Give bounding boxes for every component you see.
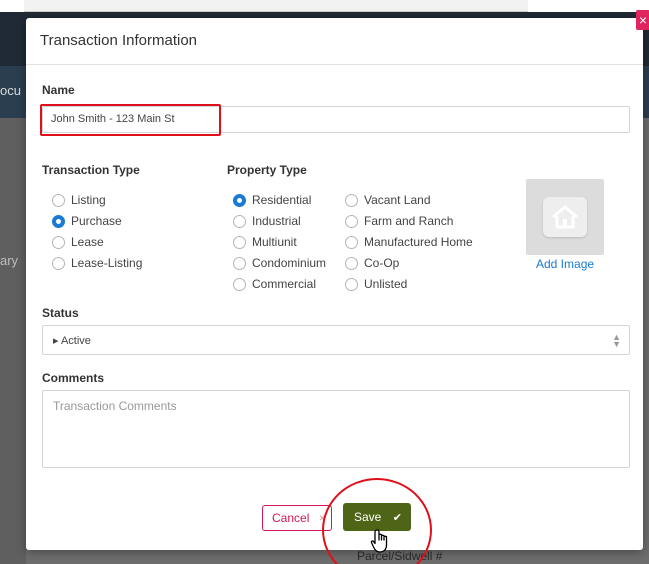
house-icon [543, 197, 587, 237]
sort-caret-icon: ▲ ▼ [612, 332, 621, 349]
name-label: Name [42, 83, 75, 97]
radio-option-label: Multiunit [252, 235, 297, 249]
radio-unchecked-icon[interactable] [233, 235, 246, 249]
hand-pointer-icon [369, 528, 393, 554]
comments-placeholder: Transaction Comments [53, 399, 177, 413]
radio-option-label: Manufactured Home [364, 235, 473, 249]
radio-option[interactable]: Lease [52, 235, 104, 249]
radio-option-label: Industrial [252, 214, 301, 228]
background-fragment: ary [0, 253, 19, 268]
radio-option-label: Residential [252, 193, 312, 207]
radio-option-label: Farm and Ranch [364, 214, 454, 228]
property-image-placeholder[interactable] [526, 179, 604, 255]
radio-option[interactable]: Manufactured Home [345, 235, 473, 249]
radio-option-label: Purchase [71, 214, 122, 228]
radio-option-label: Co-Op [364, 256, 400, 270]
radio-unchecked-icon[interactable] [52, 193, 65, 207]
radio-option-label: Listing [71, 193, 106, 207]
name-highlight-annotation [40, 104, 221, 136]
radio-unchecked-icon[interactable] [233, 214, 246, 228]
background-top-strip [24, 0, 528, 12]
radio-option[interactable]: Commercial [233, 277, 316, 291]
radio-unchecked-icon[interactable] [345, 214, 358, 228]
radio-option[interactable]: Condominium [233, 256, 326, 270]
cancel-button-label: Cancel [272, 511, 310, 525]
radio-unchecked-icon[interactable] [345, 277, 358, 291]
radio-option-label: Lease-Listing [71, 256, 143, 270]
radio-option[interactable]: Industrial [233, 214, 301, 228]
radio-unchecked-icon[interactable] [233, 256, 246, 270]
radio-option[interactable]: Purchase [52, 214, 122, 228]
radio-option-label: Unlisted [364, 277, 408, 291]
radio-unchecked-icon[interactable] [233, 277, 246, 291]
background-left-panel: ary [0, 118, 26, 564]
radio-option[interactable]: Co-Op [345, 256, 399, 270]
comments-label: Comments [42, 371, 105, 385]
radio-option[interactable]: Unlisted [345, 277, 407, 291]
radio-unchecked-icon[interactable] [345, 235, 358, 249]
transaction-modal: Transaction Information Name John Smith … [26, 18, 643, 564]
modal-header: Transaction Information [26, 18, 643, 65]
radio-option[interactable]: Vacant Land [345, 193, 431, 207]
background-fragment: ocu [0, 83, 21, 98]
radio-option[interactable]: Farm and Ranch [345, 214, 453, 228]
modal-title: Transaction Information [40, 32, 198, 49]
radio-option-label: Vacant Land [364, 193, 431, 207]
radio-checked-icon[interactable] [52, 214, 65, 228]
background-corner [0, 0, 24, 12]
radio-option[interactable]: Residential [233, 193, 311, 207]
status-select-value: ▸ Active [53, 335, 91, 347]
status-label: Status [42, 306, 79, 320]
radio-unchecked-icon[interactable] [345, 193, 358, 207]
radio-option[interactable]: Lease-Listing [52, 256, 142, 270]
radio-option-label: Commercial [252, 277, 317, 291]
radio-option[interactable]: Multiunit [233, 235, 297, 249]
radio-unchecked-icon[interactable] [52, 256, 65, 270]
radio-checked-icon[interactable] [233, 193, 246, 207]
status-select[interactable]: ▸ Active ▲ ▼ [42, 325, 630, 355]
property-type-label: Property Type [227, 163, 307, 177]
radio-unchecked-icon[interactable] [52, 235, 65, 249]
comments-textarea[interactable]: Transaction Comments [42, 390, 630, 468]
radio-option[interactable]: Listing [52, 193, 106, 207]
radio-unchecked-icon[interactable] [345, 256, 358, 270]
close-icon[interactable]: × [636, 10, 649, 30]
transaction-type-label: Transaction Type [42, 163, 140, 177]
radio-option-label: Lease [71, 235, 104, 249]
radio-option-label: Condominium [252, 256, 327, 270]
add-image-link[interactable]: Add Image [536, 257, 594, 271]
